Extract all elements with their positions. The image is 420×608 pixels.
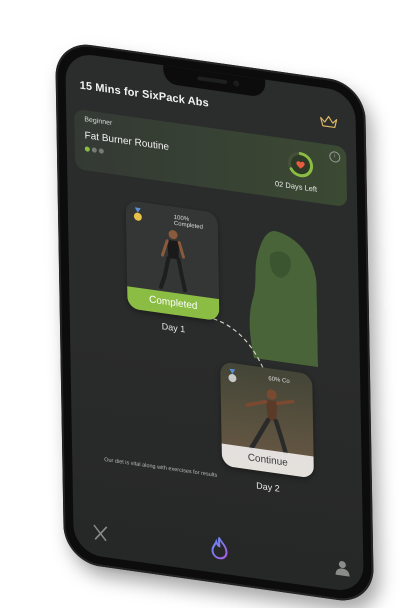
tab-bar (73, 507, 364, 594)
flame-icon[interactable] (209, 535, 229, 561)
medal-icon (133, 207, 142, 221)
days-left: 02 Days Left (274, 179, 318, 194)
day-card-1[interactable]: 100% Completed Completed (125, 199, 220, 322)
difficulty-dot (84, 146, 90, 152)
routine-card[interactable]: Beginner Fat Burner Routine 02 Days Left… (74, 108, 348, 208)
difficulty-dot (98, 148, 104, 154)
speaker (197, 76, 228, 85)
medal-icon (228, 368, 237, 383)
day-card-2[interactable]: 60% Co Continue (220, 361, 314, 479)
fork-knife-icon[interactable] (91, 523, 109, 544)
diet-tip: Our diet is vital along with exercises f… (104, 456, 218, 479)
app-screen: 15 Mins for SixPack Abs Beginner Fat Bur… (65, 51, 364, 594)
difficulty-dot (91, 147, 97, 153)
completed-button[interactable]: Completed (127, 286, 220, 322)
heart-timer-icon (288, 151, 314, 178)
athlete-figure (245, 389, 295, 455)
difficulty-indicator (84, 146, 104, 154)
day-2-label: Day 2 (256, 480, 280, 494)
day-progress-text: 60% Co (268, 376, 290, 386)
phone-frame: 15 Mins for SixPack Abs Beginner Fat Bur… (55, 40, 375, 606)
user-icon[interactable] (333, 557, 351, 578)
info-icon[interactable]: i (329, 150, 341, 164)
phone-device: 15 Mins for SixPack Abs Beginner Fat Bur… (55, 40, 375, 606)
athlete-figure (159, 230, 188, 293)
routine-level: Beginner (84, 116, 113, 128)
day-1-label: Day 1 (161, 321, 186, 335)
crown-icon[interactable] (320, 113, 338, 130)
front-camera (233, 80, 240, 87)
